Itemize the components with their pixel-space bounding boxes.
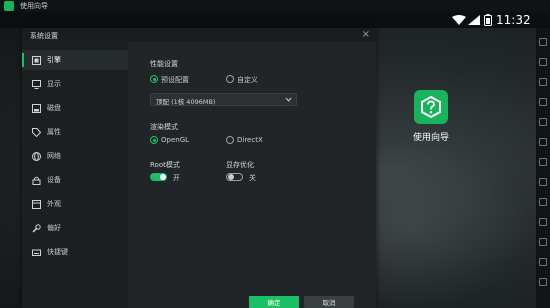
nav-item-display[interactable]: 显示 [22, 74, 128, 94]
toolbar-button-9[interactable] [539, 198, 547, 206]
toggle-knob [228, 174, 234, 180]
performance-title: 性能设置 [150, 60, 178, 68]
window-title: 使用向导 [20, 2, 48, 10]
memory-title: 显存优化 [226, 161, 254, 169]
preset-select-value: 顶配 (1核 4096MB) [156, 98, 216, 106]
app-logo-icon [4, 1, 14, 11]
nav-item-engine[interactable]: 引擎 [22, 50, 128, 70]
custom-config-label: 自定义 [237, 76, 258, 84]
toolbar-button-1[interactable] [539, 38, 547, 46]
render-title: 渲染模式 [150, 123, 178, 131]
wifi-icon [452, 15, 466, 25]
toolbar-button-10[interactable] [539, 218, 547, 226]
nav-label: 外观 [47, 200, 61, 208]
memory-toggle[interactable] [226, 173, 243, 181]
lock-icon [32, 176, 41, 185]
directx-radio[interactable] [226, 136, 234, 144]
help-icon [414, 90, 448, 124]
wrench-icon [32, 223, 41, 233]
signal-icon [468, 15, 480, 25]
nav-item-network[interactable]: 网络 [22, 146, 128, 166]
custom-config-radio[interactable] [226, 75, 234, 83]
toolbar-button-12[interactable] [539, 258, 547, 266]
side-toolbar [536, 28, 550, 308]
opengl-radio[interactable] [150, 136, 158, 144]
appearance-icon [32, 199, 41, 209]
root-toggle[interactable] [150, 173, 167, 181]
settings-nav: 引擎 显示 磁盘 属性 网络 设备 外观 偏好 快捷键 [22, 42, 128, 308]
directx-label: DirectX [237, 136, 263, 144]
nav-label: 设备 [47, 176, 61, 184]
ok-button[interactable]: 确定 [249, 296, 299, 308]
toggle-knob [160, 174, 166, 180]
preset-config-radio[interactable] [150, 75, 158, 83]
chevron-down-icon [285, 97, 292, 102]
battery-icon [484, 14, 492, 26]
nav-item-appearance[interactable]: 外观 [22, 194, 128, 214]
tag-icon [32, 127, 41, 137]
toolbar-button-3[interactable] [539, 78, 547, 86]
nav-label: 快捷键 [47, 248, 68, 256]
nav-item-shortcuts[interactable]: 快捷键 [22, 242, 128, 262]
toolbar-button-5[interactable] [539, 118, 547, 126]
root-title: Root模式 [150, 161, 180, 169]
close-icon[interactable]: × [362, 29, 370, 40]
desktop-app-guide[interactable]: 使用向导 [403, 90, 459, 143]
memory-state-label: 关 [249, 174, 256, 182]
root-state-label: 开 [173, 174, 180, 182]
monitor-icon [32, 79, 41, 89]
globe-icon [32, 151, 41, 161]
dialog-title: 系统设置 [30, 32, 58, 40]
toolbar-button-7[interactable] [539, 158, 547, 166]
nav-item-device[interactable]: 设备 [22, 170, 128, 190]
toolbar-button-4[interactable] [539, 98, 547, 106]
nav-label: 显示 [47, 80, 61, 88]
nav-item-preferences[interactable]: 偏好 [22, 218, 128, 238]
nav-label: 偏好 [47, 224, 61, 232]
nav-label: 磁盘 [47, 104, 61, 112]
nav-item-properties[interactable]: 属性 [22, 122, 128, 142]
desktop-app-label: 使用向导 [412, 133, 449, 143]
toolbar-button-8[interactable] [539, 178, 547, 186]
toolbar-button-11[interactable] [539, 238, 547, 246]
opengl-label: OpenGL [161, 136, 190, 144]
engine-icon [32, 55, 41, 65]
emulator-title-bar: 使用向导 [0, 0, 550, 12]
dialog-header: 系统设置 × [22, 28, 376, 42]
keyboard-icon [32, 249, 41, 256]
preset-config-label: 预设配置 [161, 76, 189, 84]
cancel-button[interactable]: 取消 [304, 296, 354, 308]
settings-content: 性能设置 预设配置 自定义 顶配 (1核 4096MB) 渲染模式 OpenGL… [128, 42, 376, 308]
toolbar-button-2[interactable] [539, 58, 547, 66]
nav-item-disk[interactable]: 磁盘 [22, 98, 128, 118]
settings-dialog: 系统设置 × 引擎 显示 磁盘 属性 网络 设备 外观 偏好 快捷键 性能设置 … [22, 28, 376, 308]
preset-select[interactable]: 顶配 (1核 4096MB) [150, 93, 297, 106]
toolbar-button-6[interactable] [539, 138, 547, 146]
toolbar-button-13[interactable] [539, 278, 547, 286]
disk-icon [32, 103, 41, 113]
nav-label: 引擎 [47, 56, 61, 64]
nav-label: 网络 [47, 152, 61, 160]
nav-label: 属性 [47, 128, 61, 136]
status-clock: 11:32 [496, 13, 531, 27]
